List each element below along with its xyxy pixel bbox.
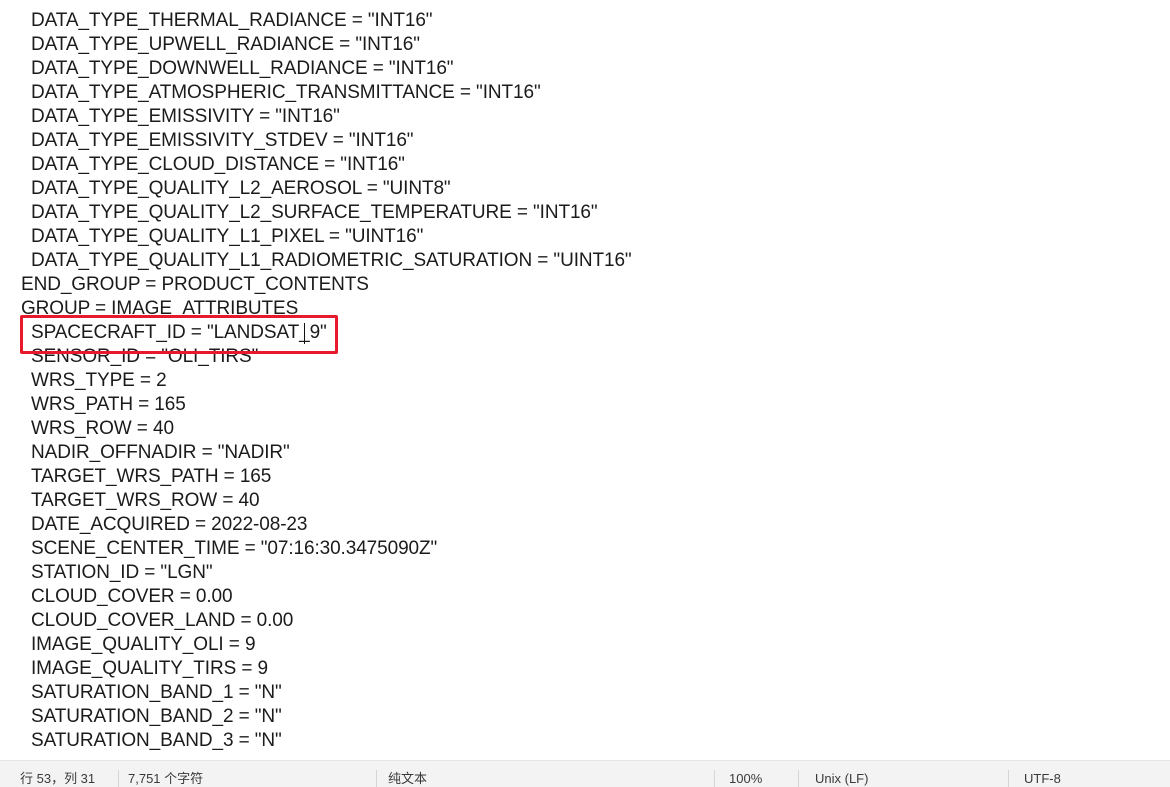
status-divider	[1008, 770, 1009, 787]
editor-lines[interactable]: DATA_TYPE_THERMAL_RADIANCE = "INT16" DATA…	[0, 9, 1170, 753]
char-count: 7,751 个字符	[128, 771, 204, 786]
editor-line[interactable]: SPACECRAFT_ID = "LANDSAT_9"	[0, 321, 1170, 345]
editor-line[interactable]: STATION_ID = "LGN"	[0, 561, 1170, 585]
editor-line[interactable]: CLOUD_COVER_LAND = 0.00	[0, 609, 1170, 633]
editor-line[interactable]: END_GROUP = PRODUCT_CONTENTS	[0, 273, 1170, 297]
editor-line[interactable]: IMAGE_QUALITY_TIRS = 9	[0, 657, 1170, 681]
editor-line[interactable]: TARGET_WRS_PATH = 165	[0, 465, 1170, 489]
cursor-position[interactable]: 行 53，列 31	[20, 761, 95, 787]
editor-line[interactable]: SATURATION_BAND_3 = "N"	[0, 729, 1170, 753]
editor-line[interactable]: WRS_PATH = 165	[0, 393, 1170, 417]
line-ending[interactable]: Unix (LF)	[815, 761, 868, 787]
editor-line[interactable]: NADIR_OFFNADIR = "NADIR"	[0, 441, 1170, 465]
editor-line[interactable]: WRS_ROW = 40	[0, 417, 1170, 441]
editor-line[interactable]: WRS_TYPE = 2	[0, 369, 1170, 393]
editor-line[interactable]: DATA_TYPE_QUALITY_L2_SURFACE_TEMPERATURE…	[0, 201, 1170, 225]
file-type: 纯文本	[388, 771, 428, 786]
text-editor[interactable]: DATA_TYPE_THERMAL_RADIANCE = "INT16" DATA…	[0, 0, 1170, 760]
editor-line[interactable]: DATA_TYPE_ATMOSPHERIC_TRANSMITTANCE = "I…	[0, 81, 1170, 105]
editor-line[interactable]: SCENE_CENTER_TIME = "07:16:30.3475090Z"	[0, 537, 1170, 561]
status-divider	[714, 770, 715, 787]
editor-line[interactable]: DATA_TYPE_CLOUD_DISTANCE = "INT16"	[0, 153, 1170, 177]
encoding[interactable]: UTF-8	[1024, 761, 1061, 787]
status-bar: 行 53，列 31 7,751 个字符 纯文本 100% Unix (LF) U…	[0, 760, 1170, 787]
editor-line[interactable]: SENSOR_ID = "OLI_TIRS"	[0, 345, 1170, 369]
editor-line[interactable]: CLOUD_COVER = 0.00	[0, 585, 1170, 609]
editor-line[interactable]: DATA_TYPE_THERMAL_RADIANCE = "INT16"	[0, 9, 1170, 33]
status-divider	[376, 770, 377, 787]
zoom-level[interactable]: 100%	[729, 761, 762, 787]
editor-line[interactable]: DATA_TYPE_QUALITY_L1_RADIOMETRIC_SATURAT…	[0, 249, 1170, 273]
editor-line[interactable]: TARGET_WRS_ROW = 40	[0, 489, 1170, 513]
status-divider	[118, 770, 119, 787]
editor-line[interactable]: DATA_TYPE_DOWNWELL_RADIANCE = "INT16"	[0, 57, 1170, 81]
editor-line[interactable]: DATA_TYPE_QUALITY_L1_PIXEL = "UINT16"	[0, 225, 1170, 249]
editor-line[interactable]: IMAGE_QUALITY_OLI = 9	[0, 633, 1170, 657]
status-divider	[798, 770, 799, 787]
editor-line[interactable]: DATA_TYPE_UPWELL_RADIANCE = "INT16"	[0, 33, 1170, 57]
editor-line[interactable]: DATE_ACQUIRED = 2022-08-23	[0, 513, 1170, 537]
text-caret	[304, 323, 305, 344]
editor-line[interactable]: SATURATION_BAND_1 = "N"	[0, 681, 1170, 705]
editor-line[interactable]: DATA_TYPE_QUALITY_L2_AEROSOL = "UINT8"	[0, 177, 1170, 201]
editor-line[interactable]: DATA_TYPE_EMISSIVITY_STDEV = "INT16"	[0, 129, 1170, 153]
editor-line[interactable]: DATA_TYPE_EMISSIVITY = "INT16"	[0, 105, 1170, 129]
editor-line[interactable]: GROUP = IMAGE_ATTRIBUTES	[0, 297, 1170, 321]
editor-line[interactable]: SATURATION_BAND_2 = "N"	[0, 705, 1170, 729]
